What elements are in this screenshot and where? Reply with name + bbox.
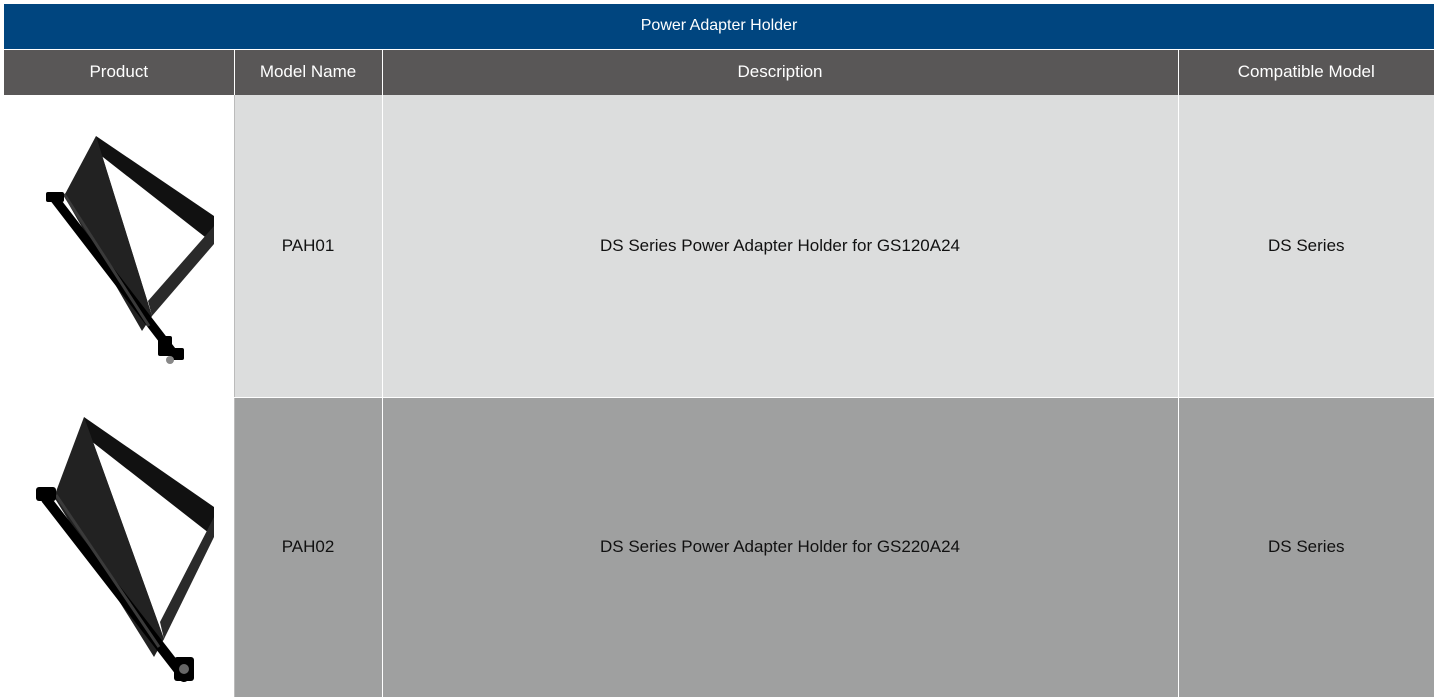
compatible-model-cell: DS Series bbox=[1178, 95, 1435, 398]
description-cell: DS Series Power Adapter Holder for GS220… bbox=[382, 397, 1179, 697]
header-compatible-model: Compatible Model bbox=[1178, 49, 1435, 95]
power-adapter-holder-image bbox=[35, 417, 214, 683]
product-table-container: Power Adapter Holder Product Model Name … bbox=[4, 4, 1435, 697]
table-row: PAH01 DS Series Power Adapter Holder for… bbox=[4, 95, 1435, 398]
model-name-cell: PAH01 bbox=[234, 95, 383, 398]
model-name-cell: PAH02 bbox=[234, 397, 383, 697]
description-cell: DS Series Power Adapter Holder for GS120… bbox=[382, 95, 1179, 398]
table-row: PAH02 DS Series Power Adapter Holder for… bbox=[4, 397, 1435, 697]
power-adapter-holder-image bbox=[45, 135, 214, 364]
product-cell bbox=[4, 95, 235, 398]
table-title: Power Adapter Holder bbox=[4, 4, 1435, 50]
power-adapter-holder-table: Power Adapter Holder Product Model Name … bbox=[4, 4, 1435, 697]
compatible-model-cell: DS Series bbox=[1178, 397, 1435, 697]
header-product: Product bbox=[4, 49, 235, 95]
header-model-name: Model Name bbox=[234, 49, 383, 95]
header-description: Description bbox=[382, 49, 1179, 95]
product-cell bbox=[4, 397, 235, 697]
